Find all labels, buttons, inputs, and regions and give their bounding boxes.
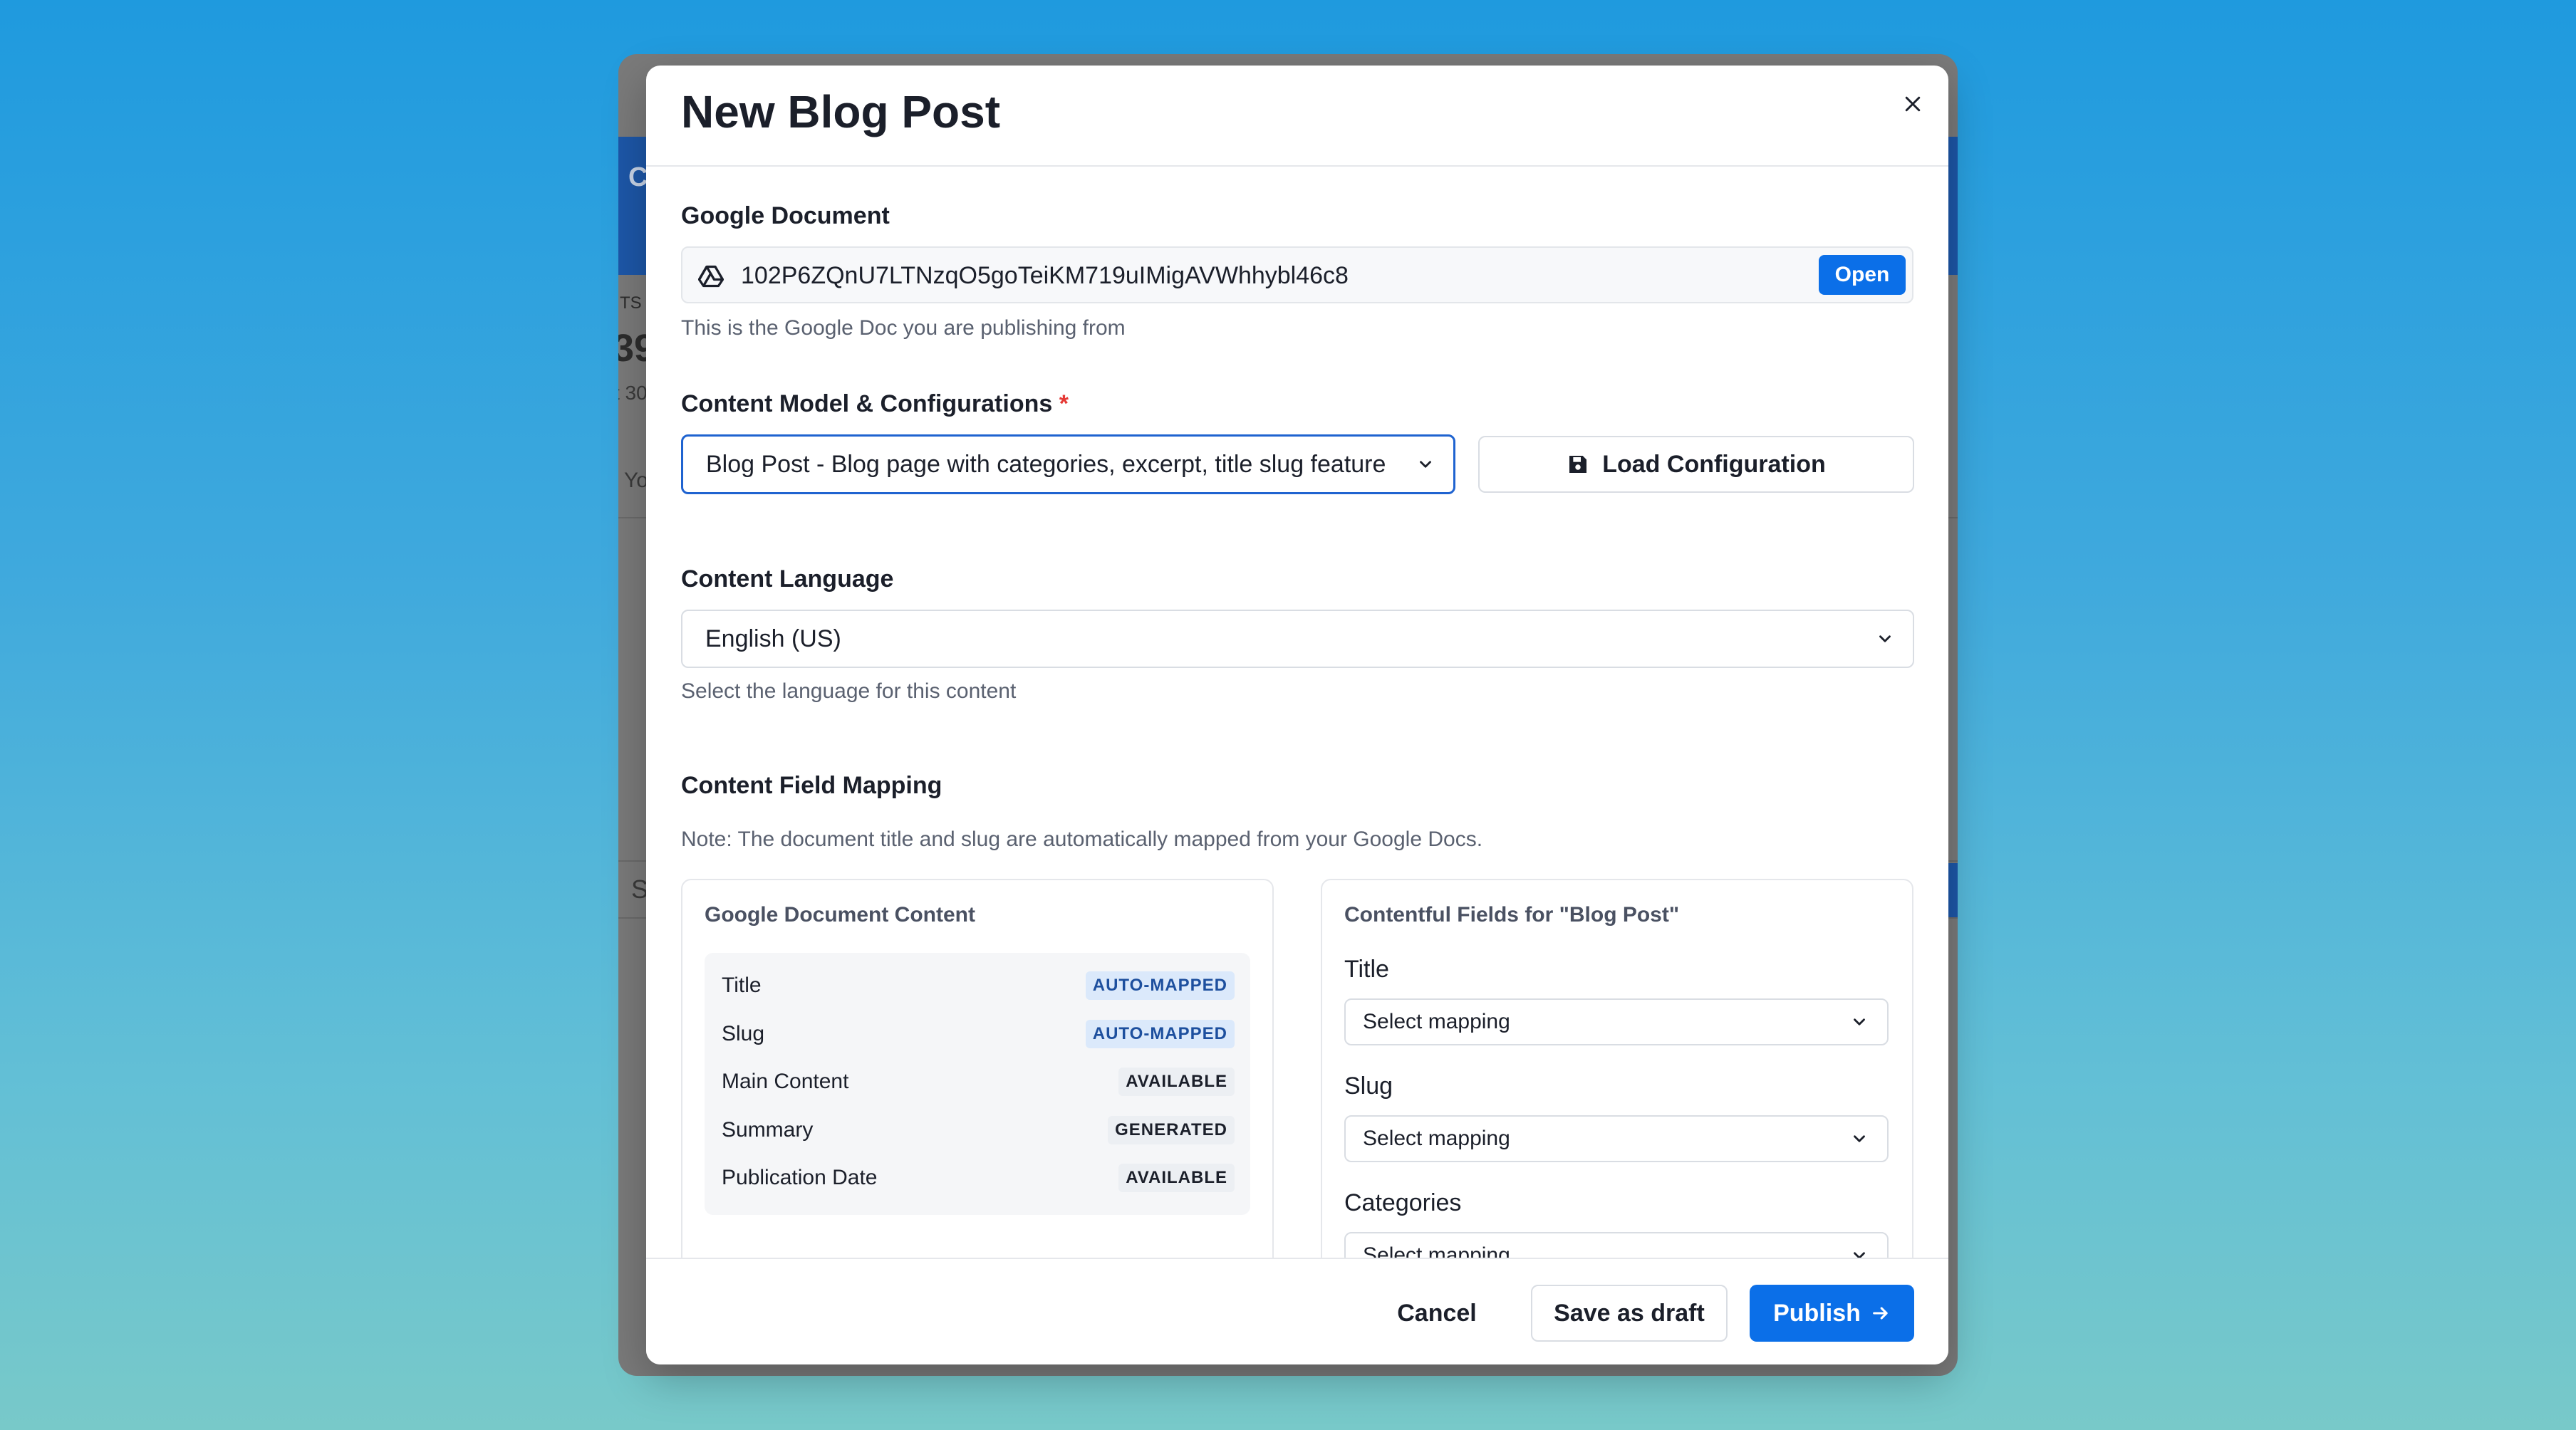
content-language-select[interactable]: English (US) [681,610,1914,668]
load-configuration-label: Load Configuration [1602,450,1826,478]
google-document-help: This is the Google Doc you are publishin… [681,316,1126,340]
content-language-selected: English (US) [705,625,841,652]
field-mapping-note: Note: The document title and slug are au… [681,828,1483,851]
content-model-select[interactable]: Blog Post - Blog page with categories, e… [681,434,1455,494]
status-badge: AVAILABLE [1118,1068,1235,1096]
content-language-help: Select the language for this content [681,679,1017,703]
chevron-down-icon [1879,635,1891,642]
background-text-fragment: TS [620,293,642,313]
status-badge: AUTO-MAPPED [1085,1020,1235,1048]
source-field-name: Summary [722,1118,814,1142]
status-badge: AVAILABLE [1118,1164,1235,1192]
background-header-fragment: C [628,162,648,192]
status-badge: GENERATED [1108,1116,1235,1144]
source-field-name: Main Content [722,1070,849,1093]
mapping-placeholder: Select mapping [1363,1127,1510,1150]
google-document-content-card: Google Document Content Title AUTO-MAPPE… [681,879,1274,1306]
status-badge: AUTO-MAPPED [1085,971,1235,1000]
field-mapping-label: Content Field Mapping [681,772,942,799]
contentful-fields-card: Contentful Fields for "Blog Post" Title … [1321,879,1913,1306]
open-document-button[interactable]: Open [1819,255,1906,295]
source-field-row: Summary GENERATED [722,1110,1235,1150]
content-model-label-text: Content Model & Configurations [681,390,1053,417]
background-text-fragment: t 30 [618,382,648,404]
chevron-down-icon [1420,461,1431,468]
content-language-label: Content Language [681,565,894,593]
source-field-name: Title [722,974,762,997]
target-card-title: Contentful Fields for "Blog Post" [1344,903,1680,927]
new-blog-post-dialog: New Blog Post Google Document 102P6ZQnU7… [646,66,1948,1364]
close-button[interactable] [1891,83,1934,125]
close-icon [1905,96,1921,112]
load-configuration-button[interactable]: Load Configuration [1478,436,1914,493]
google-document-field: 102P6ZQnU7LTNzqO5goTeiKM719uIMigAVWhhybl… [681,246,1913,303]
dialog-footer: Cancel Save as draft Publish [646,1258,1948,1364]
cancel-button[interactable]: Cancel [1387,1285,1487,1342]
publish-label: Publish [1773,1299,1861,1327]
content-model-label: Content Model & Configurations * [681,390,1069,418]
google-document-id: 102P6ZQnU7LTNzqO5goTeiKM719uIMigAVWhhybl… [741,262,1349,289]
arrow-right-icon [1873,1307,1888,1320]
slug-mapping-select[interactable]: Select mapping [1344,1115,1889,1162]
mapping-placeholder: Select mapping [1363,1010,1510,1033]
required-mark: * [1059,390,1069,417]
source-field-name: Slug [722,1022,765,1045]
source-field-row: Main Content AVAILABLE [722,1062,1235,1102]
save-icon [1569,456,1587,473]
source-field-row: Slug AUTO-MAPPED [722,1014,1235,1054]
dialog-header: New Blog Post [646,66,1948,167]
source-field-name: Publication Date [722,1166,878,1189]
content-model-selected: Blog Post - Blog page with categories, e… [706,450,1386,478]
chevron-down-icon [1854,1135,1865,1142]
target-field-label: Title [1344,956,1389,983]
source-field-list: Title AUTO-MAPPED Slug AUTO-MAPPED Main … [705,953,1250,1215]
title-mapping-select[interactable]: Select mapping [1344,998,1889,1045]
source-field-row: Publication Date AVAILABLE [722,1158,1235,1198]
chevron-down-icon [1854,1018,1865,1025]
target-field-label: Categories [1344,1189,1462,1216]
google-drive-icon [698,265,724,288]
dialog-title: New Blog Post [681,86,1001,137]
publish-button[interactable]: Publish [1750,1285,1914,1342]
target-field-label: Slug [1344,1072,1393,1100]
background-text-fragment: Yo [624,469,648,492]
google-document-label: Google Document [681,202,890,229]
save-as-draft-button[interactable]: Save as draft [1531,1285,1728,1342]
source-card-title: Google Document Content [705,903,975,927]
source-field-row: Title AUTO-MAPPED [722,966,1235,1006]
